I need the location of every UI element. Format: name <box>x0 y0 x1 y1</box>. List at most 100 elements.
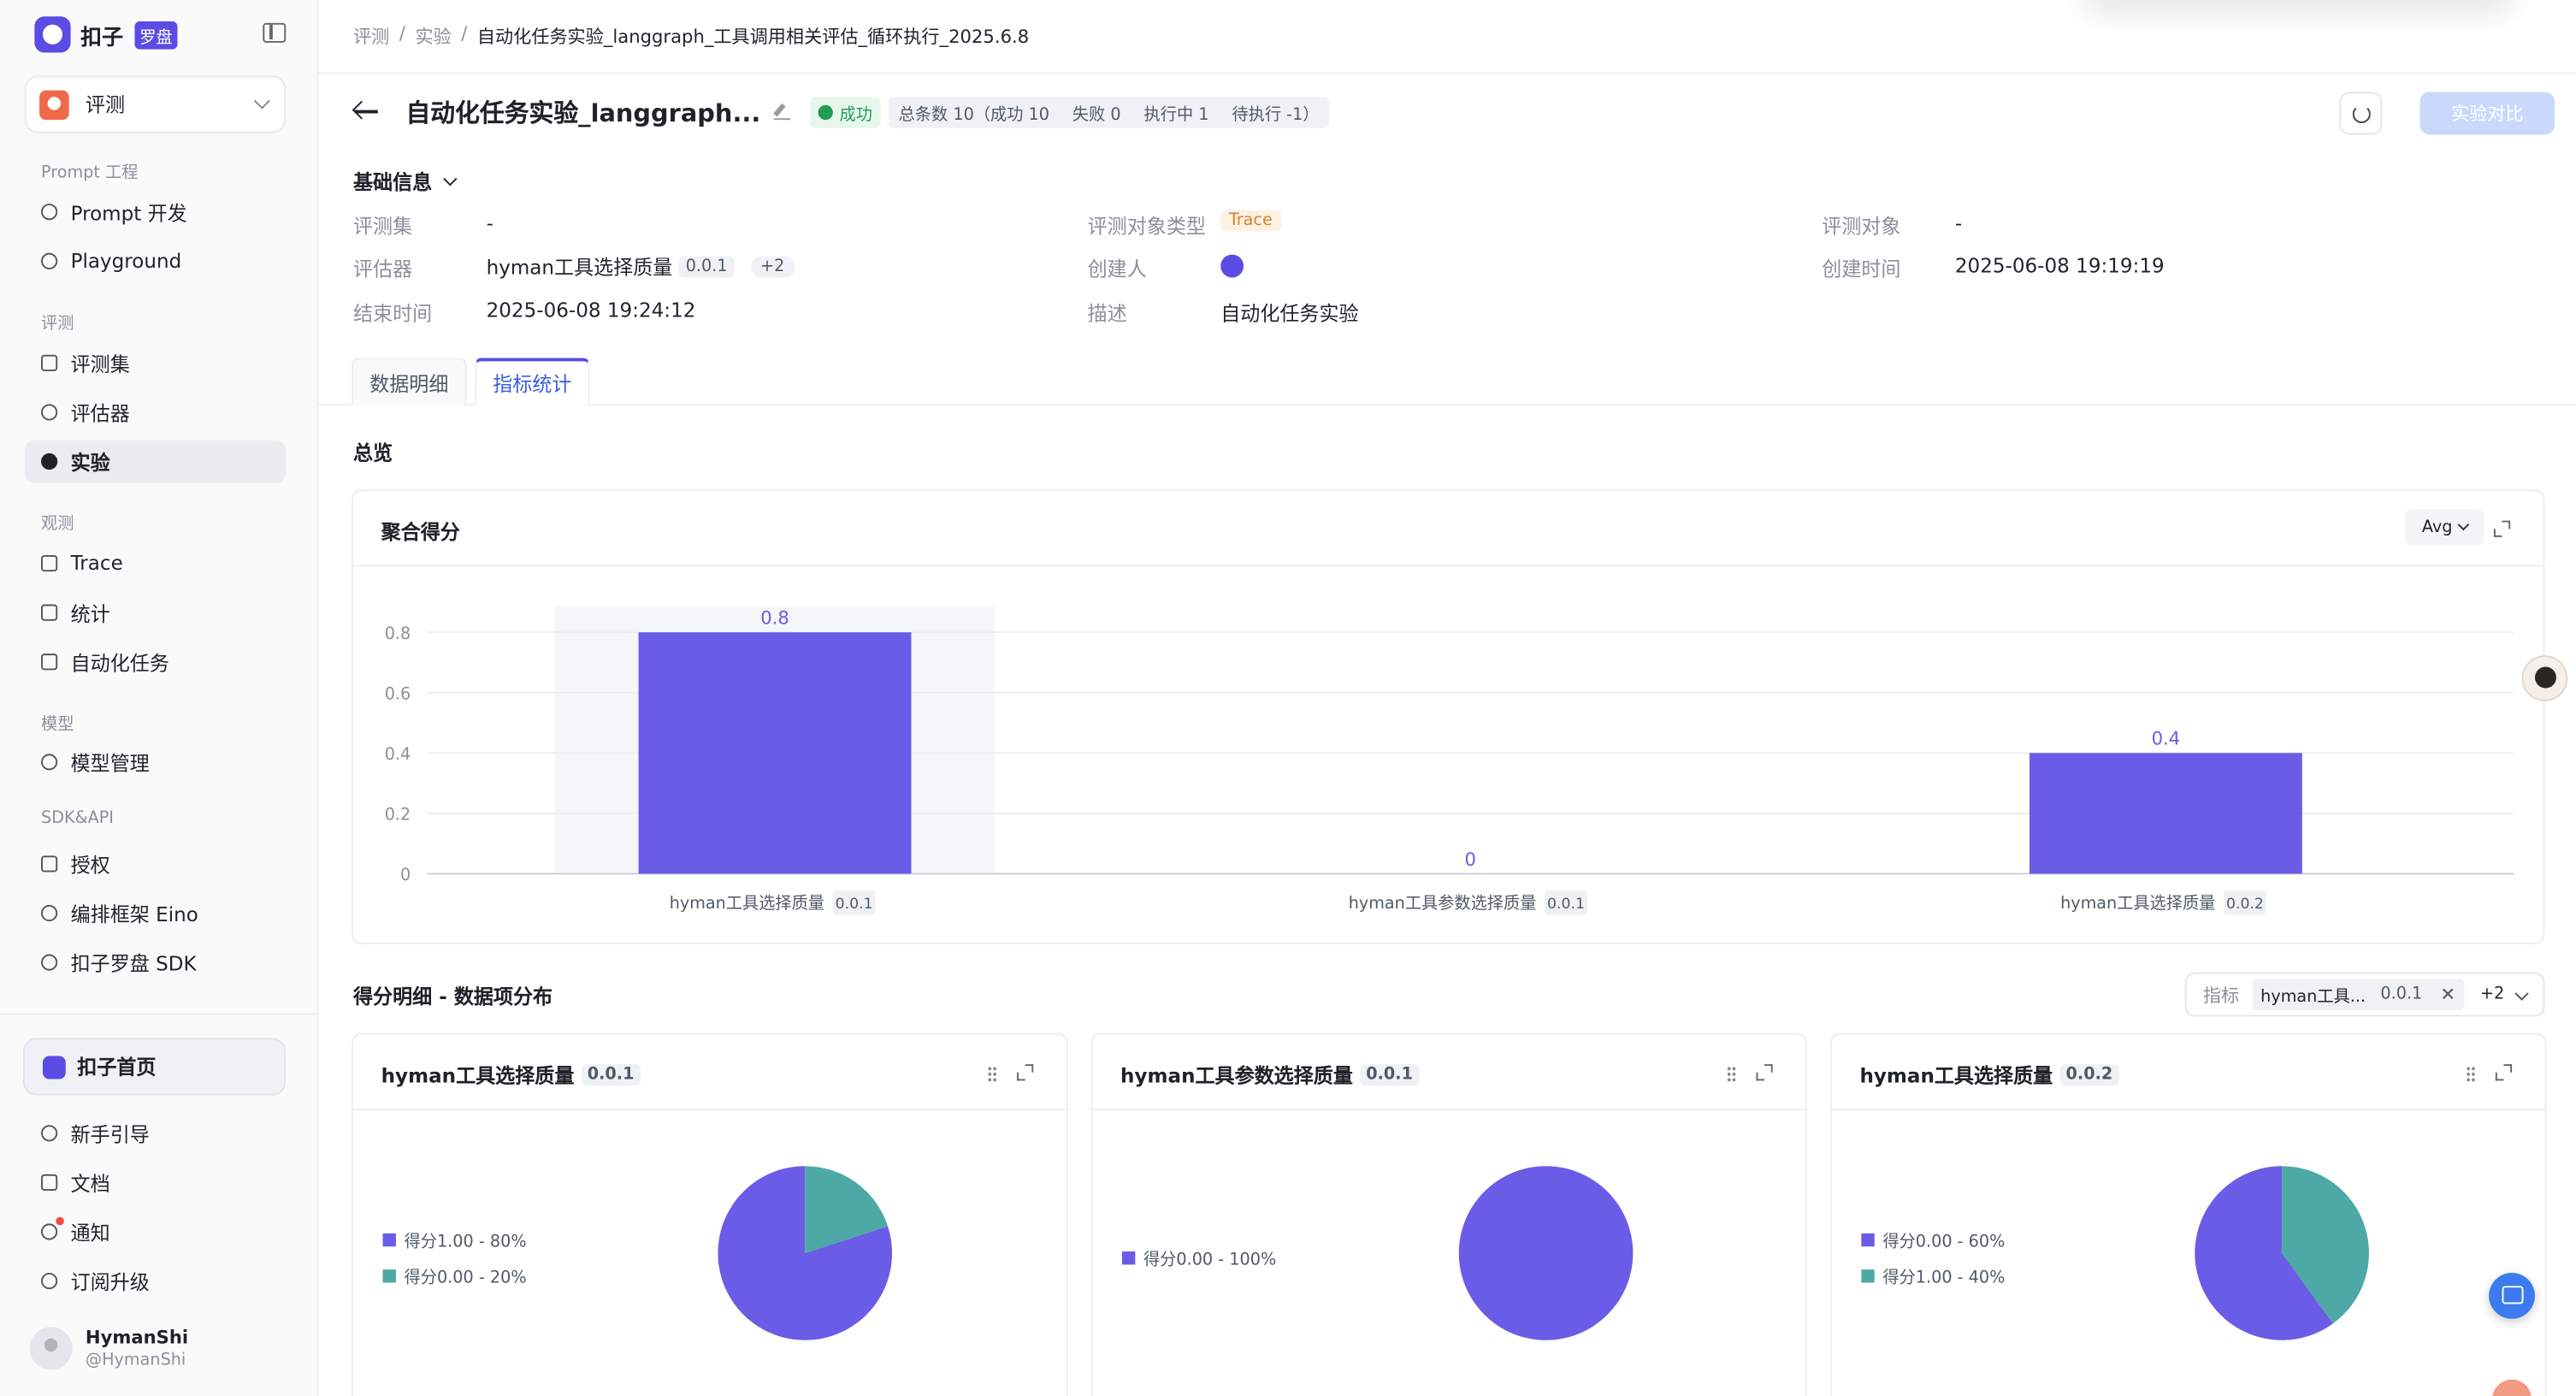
sidebar-item-automation[interactable]: 自动化任务 <box>25 641 286 683</box>
sidebar-item-trace[interactable]: Trace <box>25 542 286 585</box>
chevron-down-icon <box>2457 518 2469 531</box>
nav-group-model: 模型 <box>41 716 74 735</box>
detail-title: 得分明细 - 数据项分布 <box>352 985 553 1009</box>
chart-icon <box>41 604 58 621</box>
sidebar-item-label: 模型管理 <box>70 751 150 775</box>
sidebar-item-label: 扣子罗盘 SDK <box>70 951 197 975</box>
chat-button[interactable] <box>2489 1273 2535 1319</box>
label-eval-set: 评测集 <box>352 215 413 239</box>
drag-handle-icon[interactable] <box>1726 1066 1737 1083</box>
compare-button[interactable]: 实验对比 <box>2419 92 2555 135</box>
breadcrumb-item[interactable]: 实验 <box>415 23 451 50</box>
legend-item[interactable]: 得分1.00 - 80% <box>382 1227 527 1251</box>
sidebar-item-label: 新手引导 <box>70 1122 150 1146</box>
y-tick-label: 0.8 <box>385 624 411 643</box>
aggregate-score-card: 聚合得分 Avg 0 0.2 0.4 0.6 0.8 0.8 hyman工具选择质量 0.0.… <box>352 489 2545 944</box>
edit-icon[interactable] <box>773 104 790 121</box>
sidebar-item-model-manage[interactable]: 模型管理 <box>25 741 286 784</box>
legend-item[interactable]: 得分0.00 - 20% <box>382 1263 527 1287</box>
drag-handle-icon[interactable] <box>2466 1066 2476 1083</box>
sidebar-collapse-icon[interactable] <box>263 22 287 43</box>
sidebar-item-auth[interactable]: 授权 <box>25 843 286 885</box>
aggregate-title: 聚合得分 <box>381 520 460 544</box>
sidebar: 扣子 罗盘 评测 Prompt 工程 Prompt 开发 Playground … <box>0 0 319 1396</box>
sidebar-item-label: 自动化任务 <box>70 651 169 675</box>
label-description: 描述 <box>1087 302 1127 326</box>
back-arrow-icon[interactable] <box>353 100 380 123</box>
expand-icon[interactable] <box>1017 1064 1034 1081</box>
brand-logo-icon <box>34 16 71 53</box>
label-creator: 创建人 <box>1087 257 1147 281</box>
close-icon[interactable]: ✕ <box>2440 984 2455 1005</box>
sidebar-item-evaluator[interactable]: 评估器 <box>25 391 286 434</box>
expand-icon[interactable] <box>2493 520 2511 537</box>
sidebar-item-experiment[interactable]: 实验 <box>24 440 287 483</box>
creator-avatar[interactable] <box>1220 254 1244 278</box>
label-target-type: 评测对象类型 <box>1087 215 1206 239</box>
x-tick-version: 0.0.1 <box>1547 896 1585 913</box>
sidebar-item-label: 通知 <box>70 1221 110 1245</box>
version-tag: 0.0.1 <box>1359 1064 1420 1086</box>
card-header: hyman工具选择质量 0.0.2 <box>1831 1035 2545 1110</box>
version-tag: 0.0.1 <box>581 1064 641 1086</box>
tab-data-detail[interactable]: 数据明细 <box>352 358 467 406</box>
sidebar-item-sdk[interactable]: 扣子罗盘 SDK <box>25 941 286 984</box>
metric-chip: hyman工具... 0.0.1 ✕ <box>2252 979 2464 1010</box>
workspace-selector[interactable]: 评测 <box>24 75 287 133</box>
sidebar-item-guide[interactable]: 新手引导 <box>25 1112 286 1155</box>
legend-item[interactable]: 得分0.00 - 100% <box>1121 1245 1276 1269</box>
assistant-avatar[interactable] <box>2521 655 2568 701</box>
nav-group-observe: 观测 <box>41 515 74 534</box>
y-tick-label: 0.4 <box>385 744 411 764</box>
brand-badge: 罗盘 <box>134 21 178 49</box>
count-failed: 失败 0 <box>1072 105 1121 124</box>
database-icon <box>41 354 58 371</box>
trace-tag: Trace <box>1220 210 1281 232</box>
drag-handle-icon[interactable] <box>987 1066 997 1083</box>
aggregation-select[interactable]: Avg <box>2405 509 2484 546</box>
basic-info-toggle[interactable]: 基础信息 <box>353 168 458 196</box>
gear-icon <box>41 904 58 922</box>
value-target-type: Trace <box>1220 210 1281 232</box>
user-profile[interactable]: HymanShi @HymanShi <box>29 1327 188 1370</box>
metric-chip-name: hyman工具... <box>2260 988 2366 1007</box>
count-badge: 总条数 10（成功 10 失败 0 执行中 1 待执行 -1） <box>889 96 1330 127</box>
home-button[interactable]: 扣子首页 <box>22 1038 287 1096</box>
metric-more-count: +2 <box>2479 985 2505 1004</box>
sidebar-item-eval-set[interactable]: 评测集 <box>25 341 286 384</box>
distribution-card-title: hyman工具选择质量 0.0.2 <box>1859 1061 2119 1089</box>
legend-item[interactable]: 得分1.00 - 40% <box>1861 1263 2005 1287</box>
sidebar-item-notify[interactable]: 通知 <box>25 1210 286 1253</box>
cube-icon <box>41 754 58 771</box>
bar-value-label: 0.8 <box>760 607 789 629</box>
value-creator <box>1220 254 1244 278</box>
sidebar-item-docs[interactable]: 文档 <box>25 1161 286 1204</box>
sidebar-item-prompt-dev[interactable]: Prompt 开发 <box>25 191 286 234</box>
sidebar-item-label: Trace <box>70 552 123 575</box>
legend-swatch <box>382 1232 396 1246</box>
refresh-icon[interactable] <box>2339 92 2383 135</box>
label-end-time: 结束时间 <box>352 302 433 326</box>
expand-icon[interactable] <box>2495 1064 2513 1081</box>
expand-icon[interactable] <box>1756 1064 1773 1081</box>
sidebar-item-upgrade[interactable]: 订阅升级 <box>25 1260 286 1303</box>
value-created-at: 2025-06-08 19:19:19 <box>1954 254 2165 278</box>
more-evaluators-tag[interactable]: +2 <box>750 256 795 278</box>
legend-swatch <box>1861 1232 1875 1246</box>
tab-metric-stats[interactable]: 指标统计 <box>475 358 590 406</box>
title-row: 自动化任务实验_langgraph... 成功 总条数 10（成功 10 失败 … <box>353 92 2555 135</box>
x-tick-name: hyman工具选择质量 <box>670 893 824 913</box>
sidebar-item-eino[interactable]: 编排框架 Eino <box>25 892 286 935</box>
brand-logo[interactable]: 扣子 罗盘 <box>34 16 178 53</box>
breadcrumb-current: 自动化任务实验_langgraph_工具调用相关评估_循环执行_2025.6.8 <box>476 26 1030 48</box>
sidebar-item-label: 实验 <box>70 451 110 474</box>
sidebar-item-playground[interactable]: Playground <box>25 240 286 282</box>
metric-filter-select[interactable]: 指标 hyman工具... 0.0.1 ✕ +2 <box>2184 972 2545 1017</box>
legend-item[interactable]: 得分0.00 - 60% <box>1861 1227 2005 1251</box>
bar-value-label: 0 <box>1464 849 1475 870</box>
sidebar-item-stats[interactable]: 统计 <box>25 591 286 634</box>
home-label: 扣子首页 <box>77 1056 157 1080</box>
x-tick-name: hyman工具选择质量 <box>2060 893 2215 913</box>
home-icon <box>42 1055 66 1079</box>
breadcrumb-item[interactable]: 评测 <box>353 23 389 50</box>
